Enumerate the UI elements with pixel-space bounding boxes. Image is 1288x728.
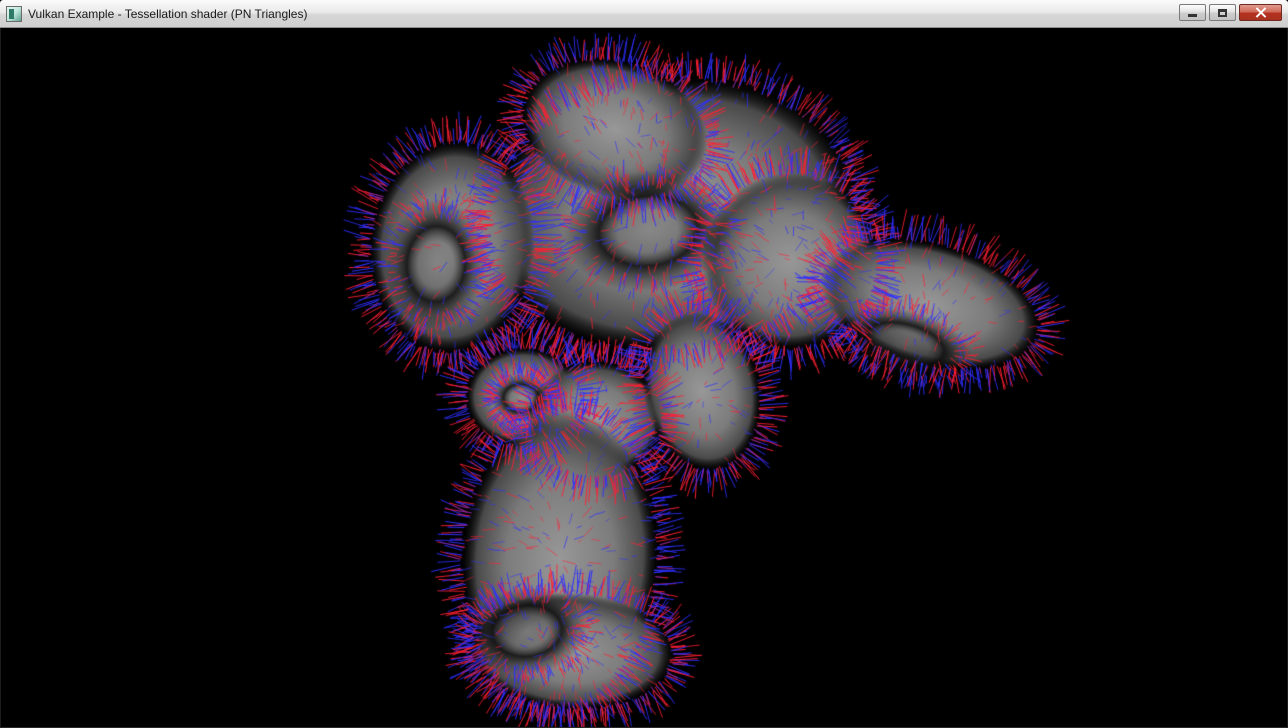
close-icon <box>1255 7 1266 18</box>
render-viewport[interactable] <box>0 28 1288 728</box>
maximize-icon <box>1218 9 1227 17</box>
window-title: Vulkan Example - Tessellation shader (PN… <box>28 7 307 21</box>
app-icon <box>6 6 22 22</box>
minimize-icon <box>1188 14 1197 17</box>
window-controls <box>1179 0 1282 21</box>
close-button[interactable] <box>1239 4 1282 21</box>
maximize-button[interactable] <box>1209 4 1236 21</box>
vulkan-render-canvas[interactable] <box>1 28 1287 727</box>
app-window: Vulkan Example - Tessellation shader (PN… <box>0 0 1288 728</box>
minimize-button[interactable] <box>1179 4 1206 21</box>
titlebar[interactable]: Vulkan Example - Tessellation shader (PN… <box>0 0 1288 28</box>
